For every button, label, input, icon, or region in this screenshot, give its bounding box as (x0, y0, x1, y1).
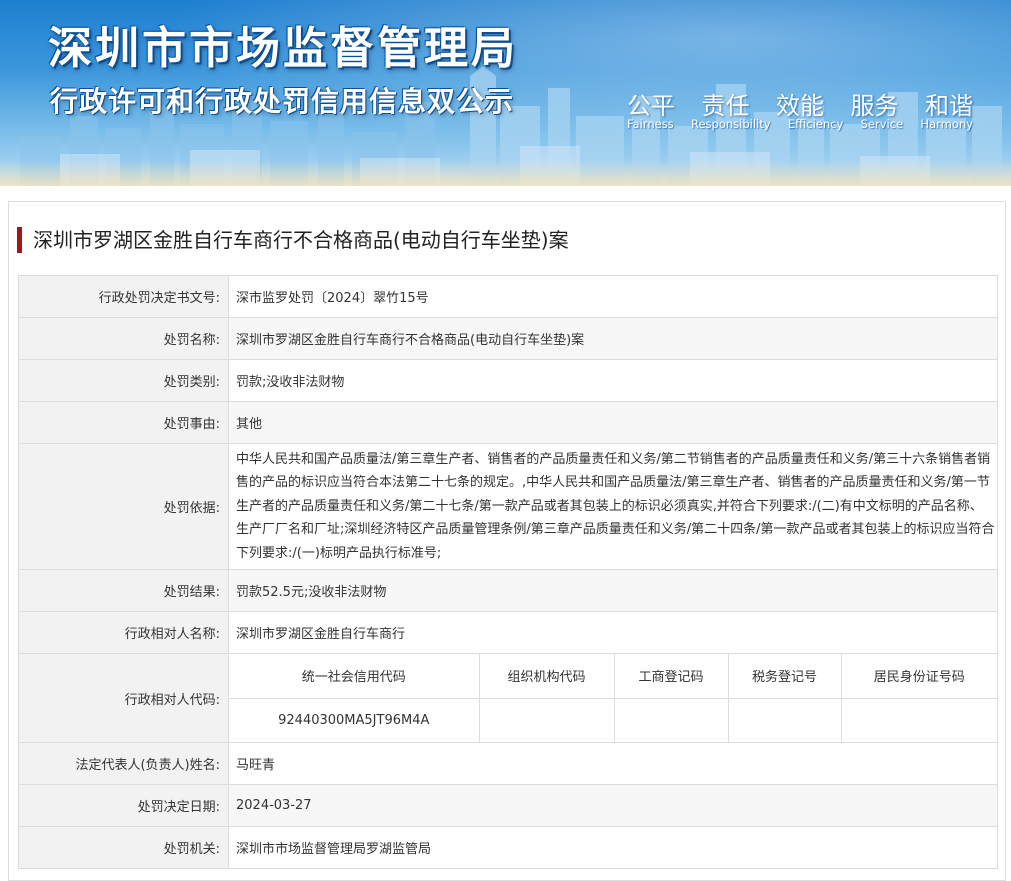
decision-number-value: 深市监罗处罚〔2024〕翠竹15号 (228, 275, 998, 318)
credit-code-header: 统一社会信用代码 (229, 654, 480, 699)
slogan-service: 服务 (850, 92, 899, 120)
credit-code-value: 92440300MA5JT96M4A (229, 697, 480, 742)
penalty-name-label: 处罚名称: (18, 317, 229, 360)
table-row: 行政相对人名称: 深圳市罗湖区金胜自行车商行 (18, 611, 998, 654)
legal-rep-value: 马旺青 (228, 742, 998, 785)
legal-rep-label: 法定代表人(负责人)姓名: (18, 742, 229, 785)
penalty-result-label: 处罚结果: (18, 569, 229, 612)
penalty-category-label: 处罚类别: (18, 359, 229, 402)
org-code-value (478, 697, 615, 742)
site-title: 深圳市市场监督管理局 (48, 23, 518, 74)
case-detail-table: 行政处罚决定书文号: 深市监罗处罚〔2024〕翠竹15号 处罚名称: 深圳市罗湖… (18, 275, 998, 869)
table-row: 法定代表人(负责人)姓名: 马旺青 (18, 742, 998, 785)
slogan-responsibility-en: Responsibility (691, 117, 771, 131)
tax-reg-header: 税务登记号 (727, 654, 842, 699)
id-number-value (840, 697, 997, 742)
table-row: 处罚机关: 深圳市市场监督管理局罗湖监管局 (18, 826, 998, 869)
slogan-harmony: 和谐 (925, 92, 973, 120)
penalty-reason-label: 处罚事由: (18, 401, 229, 444)
table-row: 处罚名称: 深圳市罗湖区金胜自行车商行不合格商品(电动自行车坐垫)案 (18, 317, 998, 360)
table-row: 处罚结果: 罚款52.5元;没收非法财物 (18, 569, 998, 612)
slogan-harmony-en: Harmony (920, 117, 973, 131)
slogan-english: Fairness Responsibility Efficiency Servi… (627, 117, 973, 131)
slogan-service-en: Service (860, 117, 904, 131)
slogan-efficiency: 效能 (776, 92, 824, 120)
table-row: 行政处罚决定书文号: 深市监罗处罚〔2024〕翠竹15号 (18, 275, 998, 318)
party-code-table: 统一社会信用代码 组织机构代码 工商登记码 税务登记号 居民身份证号码 9244… (229, 654, 997, 742)
table-row: 处罚依据: 中华人民共和国产品质量法/第三章生产者、销售者的产品质量责任和义务/… (18, 443, 998, 570)
site-subtitle: 行政许可和行政处罚信用信息双公示 (50, 85, 515, 118)
id-number-header: 居民身份证号码 (840, 654, 997, 699)
table-row: 处罚类别: 罚款;没收非法财物 (18, 359, 998, 402)
code-header-row: 统一社会信用代码 组织机构代码 工商登记码 税务登记号 居民身份证号码 (229, 654, 997, 699)
code-value-row: 92440300MA5JT96M4A (229, 697, 997, 742)
party-name-label: 行政相对人名称: (18, 611, 229, 654)
header-banner: 深圳市市场监督管理局 行政许可和行政处罚信用信息双公示 公平 责任 效能 服务 … (0, 0, 1011, 186)
business-reg-header: 工商登记码 (613, 654, 729, 699)
authority-value: 深圳市市场监督管理局罗湖监管局 (228, 826, 998, 869)
decision-number-label: 行政处罚决定书文号: (18, 275, 229, 318)
party-name-value: 深圳市罗湖区金胜自行车商行 (228, 611, 998, 654)
penalty-result-value: 罚款52.5元;没收非法财物 (228, 569, 998, 612)
party-code-cell: 统一社会信用代码 组织机构代码 工商登记码 税务登记号 居民身份证号码 9244… (228, 653, 998, 743)
table-row: 处罚决定日期: 2024-03-27 (18, 784, 998, 827)
penalty-reason-value: 其他 (228, 401, 998, 444)
party-code-label: 行政相对人代码: (18, 653, 229, 743)
penalty-category-value: 罚款;没收非法财物 (228, 359, 998, 402)
banner-ground (0, 160, 1011, 186)
case-title: 深圳市罗湖区金胜自行车商行不合格商品(电动自行车坐垫)案 (17, 227, 569, 253)
tax-reg-value (727, 697, 842, 742)
slogan-chinese: 公平 责任 效能 服务 和谐 (627, 86, 973, 121)
decision-date-value: 2024-03-27 (228, 784, 998, 827)
slogan-fairness: 公平 (627, 92, 675, 120)
slogan-responsibility: 责任 (701, 92, 750, 120)
decision-date-label: 处罚决定日期: (18, 784, 229, 827)
slogan-efficiency-en: Efficiency (787, 117, 844, 131)
case-detail-panel: 深圳市罗湖区金胜自行车商行不合格商品(电动自行车坐垫)案 行政处罚决定书文号: … (8, 201, 1006, 881)
penalty-basis-value: 中华人民共和国产品质量法/第三章生产者、销售者的产品质量责任和义务/第二节销售者… (228, 443, 998, 570)
penalty-basis-label: 处罚依据: (18, 443, 229, 570)
org-code-header: 组织机构代码 (478, 654, 615, 699)
authority-label: 处罚机关: (18, 826, 229, 869)
table-row: 处罚事由: 其他 (18, 401, 998, 444)
table-row: 行政相对人代码: 统一社会信用代码 组织机构代码 工商登记码 税务登记号 居民身… (18, 653, 998, 743)
slogan-fairness-en: Fairness (627, 117, 674, 131)
business-reg-value (613, 697, 729, 742)
penalty-name-value: 深圳市罗湖区金胜自行车商行不合格商品(电动自行车坐垫)案 (228, 317, 998, 360)
